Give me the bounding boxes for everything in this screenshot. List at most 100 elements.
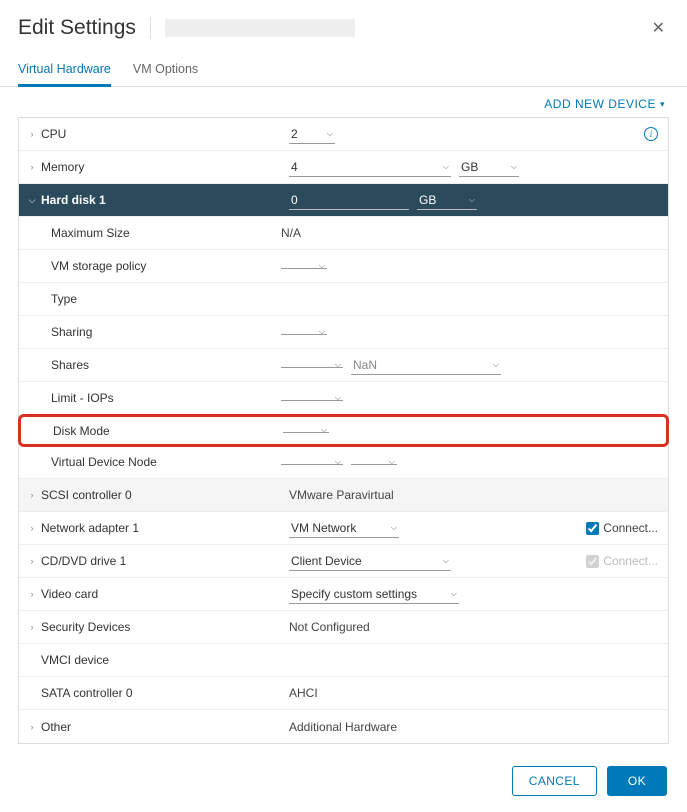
row-vmci-device: VMCI device	[19, 644, 668, 677]
chevron-down-icon: ⌵	[443, 556, 449, 566]
expand-icon[interactable]: ›	[25, 523, 39, 533]
row-storage-policy: VM storage policy ⌵	[19, 250, 668, 283]
edit-settings-dialog: Edit Settings ✕ Virtual Hardware VM Opti…	[0, 0, 687, 812]
add-new-device-button[interactable]: ADD NEW DEVICE ▾	[544, 97, 665, 111]
dialog-footer: CANCEL OK	[0, 758, 687, 812]
limit-iops-label: Limit - IOPs	[49, 391, 281, 405]
row-cd-dvd-drive-1: › CD/DVD drive 1 Client Device⌵ Connect.…	[19, 545, 668, 578]
row-virtual-device-node: Virtual Device Node ⌵ ⌵	[19, 446, 668, 479]
chevron-down-icon: ⌵	[321, 425, 327, 435]
row-security-devices: › Security Devices Not Configured	[19, 611, 668, 644]
hd1-label: Hard disk 1	[39, 193, 289, 207]
toolbar: ADD NEW DEVICE ▾	[0, 87, 687, 117]
expand-icon[interactable]: ›	[25, 622, 39, 632]
dialog-title: Edit Settings	[18, 16, 136, 40]
security-value: Not Configured	[289, 620, 370, 634]
vm-name-redacted	[165, 19, 355, 37]
net1-connect-checkbox[interactable]: Connect...	[586, 521, 658, 535]
chevron-down-icon: ▾	[660, 99, 665, 110]
type-label: Type	[49, 292, 281, 306]
chevron-down-icon: ⌵	[319, 261, 325, 271]
row-sharing: Sharing ⌵	[19, 316, 668, 349]
chevron-down-icon: ⌵	[493, 360, 499, 370]
tab-vm-options[interactable]: VM Options	[133, 54, 198, 86]
row-maximum-size: Maximum Size N/A	[19, 217, 668, 250]
cd1-connect-checkbox: Connect...	[586, 554, 658, 568]
chevron-down-icon: ⌵	[443, 162, 449, 172]
memory-label: Memory	[39, 160, 289, 174]
row-limit-iops: Limit - IOPs ⌵	[19, 382, 668, 415]
disk-mode-select[interactable]: ⌵	[283, 428, 329, 433]
scsi0-value: VMware Paravirtual	[289, 488, 394, 502]
sata0-value: AHCI	[289, 686, 318, 700]
video-settings-select[interactable]: Specify custom settings⌵	[289, 585, 459, 604]
hardware-panel: › CPU 2⌵ i › Memory 4⌵ GB⌵ ⌵ Hard disk 1…	[18, 117, 669, 744]
info-icon[interactable]: i	[644, 127, 658, 141]
expand-icon[interactable]: ›	[25, 722, 39, 732]
cpu-label: CPU	[39, 127, 289, 141]
expand-icon[interactable]: ›	[25, 589, 39, 599]
vmci-label: VMCI device	[39, 653, 289, 667]
storage-policy-label: VM storage policy	[49, 259, 281, 273]
maxsize-value: N/A	[281, 226, 301, 240]
video-label: Video card	[39, 587, 289, 601]
disk-mode-label: Disk Mode	[51, 424, 283, 438]
cd-device-select[interactable]: Client Device⌵	[289, 552, 451, 571]
chevron-down-icon: ⌵	[335, 393, 341, 403]
close-icon[interactable]: ✕	[648, 14, 669, 42]
row-cpu: › CPU 2⌵ i	[19, 118, 668, 151]
expand-icon[interactable]: ›	[25, 490, 39, 500]
network-select[interactable]: VM Network⌵	[289, 519, 399, 538]
vdn-label: Virtual Device Node	[49, 455, 281, 469]
expand-icon[interactable]: ›	[25, 162, 39, 172]
add-device-label: ADD NEW DEVICE	[544, 97, 656, 111]
vdn-controller-select[interactable]: ⌵	[281, 460, 343, 465]
net1-label: Network adapter 1	[39, 521, 289, 535]
memory-value-select[interactable]: 4⌵	[289, 158, 451, 177]
expand-icon[interactable]: ›	[25, 556, 39, 566]
ok-button[interactable]: OK	[607, 766, 667, 796]
row-other: › Other Additional Hardware	[19, 710, 668, 743]
row-scsi-controller-0: › SCSI controller 0 VMware Paravirtual	[19, 479, 668, 512]
dialog-header: Edit Settings ✕	[0, 0, 687, 50]
row-memory: › Memory 4⌵ GB⌵	[19, 151, 668, 184]
tab-bar: Virtual Hardware VM Options	[0, 54, 687, 87]
chevron-down-icon: ⌵	[469, 195, 475, 205]
chevron-down-icon: ⌵	[319, 327, 325, 337]
expand-icon[interactable]: ›	[25, 129, 39, 139]
other-label: Other	[39, 720, 289, 734]
hd1-size-input[interactable]: 0	[289, 191, 409, 210]
storage-policy-select[interactable]: ⌵	[281, 264, 327, 269]
shares-level-select[interactable]: ⌵	[281, 363, 343, 368]
cd1-label: CD/DVD drive 1	[39, 554, 289, 568]
cpu-select[interactable]: 2⌵	[289, 125, 335, 144]
row-hard-disk-1: ⌵ Hard disk 1 0 GB⌵	[19, 184, 668, 217]
other-value: Additional Hardware	[289, 720, 397, 734]
chevron-down-icon: ⌵	[391, 523, 397, 533]
chevron-down-icon: ⌵	[335, 457, 341, 467]
checkbox-icon[interactable]	[586, 522, 599, 535]
security-label: Security Devices	[39, 620, 289, 634]
chevron-down-icon: ⌵	[451, 589, 457, 599]
row-video-card: › Video card Specify custom settings⌵	[19, 578, 668, 611]
vdn-unit-select[interactable]: ⌵	[351, 460, 397, 465]
header-divider	[150, 17, 151, 39]
hd1-unit-select[interactable]: GB⌵	[417, 191, 477, 210]
row-type: Type	[19, 283, 668, 316]
sharing-label: Sharing	[49, 325, 281, 339]
chevron-down-icon: ⌵	[511, 162, 517, 172]
row-disk-mode: Disk Mode ⌵	[18, 414, 669, 447]
row-shares: Shares ⌵ NaN⌵	[19, 349, 668, 382]
collapse-icon[interactable]: ⌵	[25, 195, 39, 206]
maxsize-label: Maximum Size	[49, 226, 281, 240]
tab-virtual-hardware[interactable]: Virtual Hardware	[18, 54, 111, 87]
cancel-button[interactable]: CANCEL	[512, 766, 597, 796]
memory-unit-select[interactable]: GB⌵	[459, 158, 519, 177]
scsi0-label: SCSI controller 0	[39, 488, 289, 502]
sharing-select[interactable]: ⌵	[281, 330, 327, 335]
shares-value-select[interactable]: NaN⌵	[351, 356, 501, 375]
row-sata-controller-0: SATA controller 0 AHCI	[19, 677, 668, 710]
chevron-down-icon: ⌵	[389, 457, 395, 467]
limit-iops-select[interactable]: ⌵	[281, 396, 343, 401]
sata0-label: SATA controller 0	[39, 686, 289, 700]
